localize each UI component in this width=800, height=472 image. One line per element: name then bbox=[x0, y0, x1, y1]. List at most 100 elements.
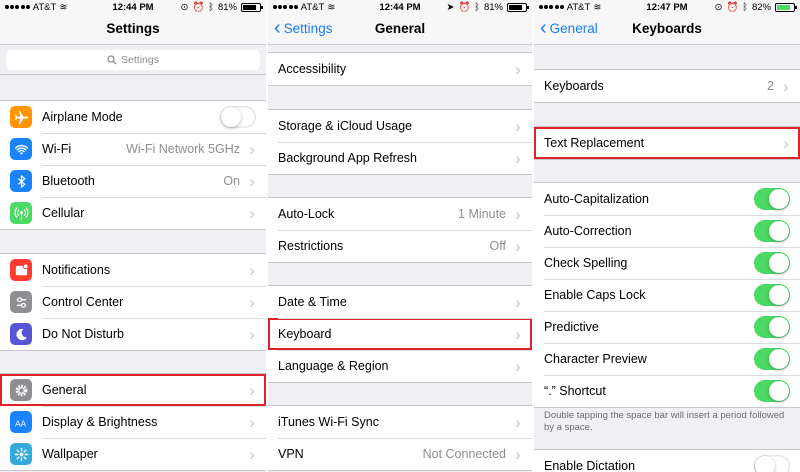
row-background-app-refresh[interactable]: Background App Refresh › bbox=[268, 142, 532, 174]
battery-icon bbox=[507, 2, 529, 12]
chevron-left-icon: ‹ bbox=[540, 17, 547, 39]
bluetooth-status-icon: ᛒ bbox=[742, 1, 748, 13]
row-itunes-wi-fi-sync[interactable]: iTunes Wi-Fi Sync › bbox=[268, 406, 532, 438]
wifi-status-icon: ≋ bbox=[593, 1, 602, 13]
row-auto-lock[interactable]: Auto-Lock 1 Minute › bbox=[268, 198, 532, 230]
row-cellular[interactable]: Cellular › bbox=[0, 197, 266, 229]
row-label: Keyboard bbox=[278, 327, 332, 341]
row-keyboards[interactable]: Keyboards 2 › bbox=[534, 70, 800, 102]
row-text-replacement[interactable]: Text Replacement › bbox=[534, 127, 800, 159]
carrier-label: AT&T bbox=[566, 1, 591, 13]
settings-group: iTunes Wi-Fi Sync › VPN Not Connected › bbox=[268, 405, 532, 471]
notifications-icon bbox=[10, 259, 32, 281]
chevron-right-icon: › bbox=[249, 380, 255, 400]
chevron-right-icon: › bbox=[515, 444, 521, 464]
settings-group: Accessibility › bbox=[268, 52, 532, 86]
settings-screen: AT&T ≋ 12:44 PM ⊙ ⏰ ᛒ 81% Settings Setti… bbox=[0, 0, 266, 472]
chevron-right-icon: › bbox=[515, 59, 521, 79]
row-predictive[interactable]: Predictive bbox=[534, 311, 800, 343]
row-storage-icloud-usage[interactable]: Storage & iCloud Usage › bbox=[268, 110, 532, 142]
location-icon: ➤ bbox=[446, 1, 455, 13]
row-label: Notifications bbox=[42, 263, 111, 277]
settings-group: Enable Dictation bbox=[534, 449, 800, 472]
toggle-switch[interactable] bbox=[754, 455, 790, 472]
back-button[interactable]: ‹ General bbox=[540, 17, 598, 39]
row-character-preview[interactable]: Character Preview bbox=[534, 343, 800, 375]
alarm-icon: ⏰ bbox=[458, 1, 471, 13]
toggle-switch[interactable] bbox=[754, 188, 790, 210]
row-value: Wi-Fi Network 5GHz bbox=[126, 142, 240, 156]
row-label: Wi-Fi bbox=[42, 142, 72, 156]
back-label: Settings bbox=[283, 20, 333, 36]
row-enable-caps-lock[interactable]: Enable Caps Lock bbox=[534, 279, 800, 311]
cellular-icon bbox=[10, 202, 32, 224]
status-bar: AT&T ≋ 12:47 PM ⊙ ⏰ ᛒ 82% bbox=[534, 0, 800, 14]
toggle-switch[interactable] bbox=[220, 106, 256, 128]
row-label: Background App Refresh bbox=[278, 151, 417, 165]
navigation-bar: Settings bbox=[0, 14, 266, 45]
row-label: Auto-Correction bbox=[544, 224, 632, 238]
alarm-icon: ⏰ bbox=[726, 1, 739, 13]
back-button[interactable]: ‹ Settings bbox=[274, 17, 333, 39]
display-icon: AA bbox=[10, 411, 32, 433]
wallpaper-icon bbox=[10, 443, 32, 465]
row-control-center[interactable]: Control Center › bbox=[0, 286, 266, 318]
row-value: On bbox=[223, 174, 240, 188]
row-airplane-mode[interactable]: Airplane Mode bbox=[0, 101, 266, 133]
row-auto-capitalization[interactable]: Auto-Capitalization bbox=[534, 183, 800, 215]
toggle-switch[interactable] bbox=[754, 252, 790, 274]
navigation-bar: ‹ General Keyboards bbox=[534, 14, 800, 45]
row-keyboard[interactable]: Keyboard › bbox=[268, 318, 532, 350]
row-notifications[interactable]: Notifications › bbox=[0, 254, 266, 286]
toggle-knob bbox=[769, 221, 789, 241]
chevron-left-icon: ‹ bbox=[274, 17, 281, 39]
row-check-spelling[interactable]: Check Spelling bbox=[534, 247, 800, 279]
row-language-region[interactable]: Language & Region › bbox=[268, 350, 532, 382]
row-label: Auto-Capitalization bbox=[544, 192, 649, 206]
battery-icon bbox=[241, 2, 263, 12]
row-label: Cellular bbox=[42, 206, 85, 220]
alarm-icon: ⏰ bbox=[192, 1, 205, 13]
signal-icon bbox=[539, 5, 564, 9]
row-enable-dictation[interactable]: Enable Dictation bbox=[534, 450, 800, 472]
row-label: Display & Brightness bbox=[42, 415, 158, 429]
row-wi-fi[interactable]: Wi-Fi Wi-Fi Network 5GHz › bbox=[0, 133, 266, 165]
row-label: Restrictions bbox=[278, 239, 344, 253]
toggle-switch[interactable] bbox=[754, 348, 790, 370]
toggle-switch[interactable] bbox=[754, 220, 790, 242]
row-accessibility[interactable]: Accessibility › bbox=[268, 53, 532, 85]
search-input[interactable]: Settings bbox=[6, 50, 260, 70]
row-display-brightness[interactable]: AA Display & Brightness › bbox=[0, 406, 266, 438]
lock-rotation-icon: ⊙ bbox=[180, 1, 189, 13]
toggle-switch[interactable] bbox=[754, 316, 790, 338]
moon-icon bbox=[10, 323, 32, 345]
search-area: Settings bbox=[0, 45, 266, 75]
row-wallpaper[interactable]: Wallpaper › bbox=[0, 438, 266, 470]
row-label: Character Preview bbox=[544, 352, 647, 366]
row-value: Not Connected bbox=[422, 447, 506, 461]
toggle-switch[interactable] bbox=[754, 284, 790, 306]
row-label: VPN bbox=[278, 447, 304, 461]
search-icon bbox=[107, 55, 117, 65]
row-shortcut[interactable]: “.” Shortcut bbox=[534, 375, 800, 407]
row-do-not-disturb[interactable]: Do Not Disturb › bbox=[0, 318, 266, 350]
svg-text:AA: AA bbox=[14, 418, 26, 428]
toggle-switch[interactable] bbox=[754, 380, 790, 402]
row-label: Control Center bbox=[42, 295, 124, 309]
row-restrictions[interactable]: Restrictions Off › bbox=[268, 230, 532, 262]
gear-icon bbox=[10, 379, 32, 401]
settings-group: Auto-Capitalization Auto-Correction Check … bbox=[534, 182, 800, 408]
row-general[interactable]: General › bbox=[0, 374, 266, 406]
chevron-right-icon: › bbox=[515, 116, 521, 136]
row-label: Accessibility bbox=[278, 62, 347, 76]
row-label: Storage & iCloud Usage bbox=[278, 119, 413, 133]
row-auto-correction[interactable]: Auto-Correction bbox=[534, 215, 800, 247]
status-bar: AT&T ≋ 12:44 PM ➤ ⏰ ᛒ 81% bbox=[268, 0, 532, 14]
row-bluetooth[interactable]: Bluetooth On › bbox=[0, 165, 266, 197]
row-vpn[interactable]: VPN Not Connected › bbox=[268, 438, 532, 470]
wifi-icon bbox=[10, 138, 32, 160]
row-date-time[interactable]: Date & Time › bbox=[268, 286, 532, 318]
row-label: Bluetooth bbox=[42, 174, 95, 188]
battery-percent: 82% bbox=[751, 1, 771, 13]
chevron-right-icon: › bbox=[249, 412, 255, 432]
